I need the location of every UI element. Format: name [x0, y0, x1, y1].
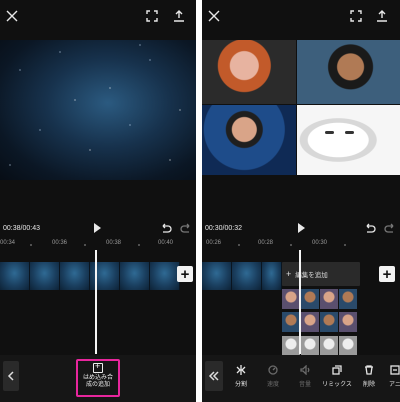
editor-panel-right: 00:30/00:32 00:26 00:28 00:30 + 編集を追加 + — [202, 0, 400, 402]
timecode: 00:38/00:43 — [3, 224, 40, 232]
overlay-label-line2: 成の追加 — [85, 382, 110, 388]
overlay-thumb — [320, 289, 339, 309]
tool-speed[interactable]: 速度 — [258, 365, 288, 388]
close-icon[interactable] — [206, 8, 222, 24]
play-button[interactable] — [294, 221, 308, 235]
overlay-thumb — [339, 336, 358, 356]
overlay-label-line1: はめ込み合 — [82, 375, 113, 381]
overlay-thumb — [301, 312, 320, 332]
tick-dot — [84, 244, 86, 246]
tick-dot — [290, 244, 292, 246]
speed-icon — [268, 365, 278, 375]
collapse-button[interactable] — [205, 361, 223, 391]
redo-icon[interactable] — [384, 222, 396, 234]
video-track[interactable] — [0, 262, 180, 290]
clip-frame — [202, 262, 232, 290]
editor-panel-left: 00:38/00:43 00:34 00:36 00:38 00:40 + + … — [0, 0, 196, 402]
tick-dot — [30, 244, 32, 246]
tool-remix[interactable]: リミックス — [322, 365, 352, 388]
tool-animation[interactable]: アニ — [380, 365, 400, 388]
photo-detail — [345, 131, 354, 134]
overlay-thumb — [339, 289, 358, 309]
undo-icon[interactable] — [364, 222, 376, 234]
playhead[interactable] — [95, 250, 97, 354]
video-preview — [0, 40, 196, 180]
tool-label: アニ — [389, 382, 400, 388]
back-button[interactable] — [3, 361, 19, 391]
overlay-track-2[interactable] — [282, 312, 358, 332]
overlay-thumb — [320, 312, 339, 332]
timeline-ruler: 00:26 00:28 00:30 — [202, 240, 400, 250]
tool-label: リミックス — [322, 382, 352, 388]
export-icon[interactable] — [171, 8, 187, 24]
close-icon[interactable] — [4, 8, 20, 24]
add-overlay-button[interactable]: はめ込み合 成の追加 — [76, 359, 120, 397]
clip-frame — [232, 262, 262, 290]
clip-frame — [60, 262, 90, 290]
overlay-thumb — [339, 312, 358, 332]
clip-frame — [0, 262, 30, 290]
plus-icon: + — [286, 269, 292, 279]
timeline-ruler: 00:34 00:36 00:38 00:40 — [0, 240, 196, 250]
overlay-photo-woman-headdress[interactable] — [202, 105, 296, 175]
playhead[interactable] — [299, 250, 301, 354]
tick-label: 00:40 — [158, 240, 174, 246]
preview-image-starry-sky — [0, 40, 196, 180]
overlay-track-1[interactable] — [282, 289, 358, 309]
clip-frame — [262, 262, 282, 290]
fullscreen-icon[interactable] — [348, 8, 364, 24]
animation-icon — [390, 365, 400, 375]
add-clip-button[interactable]: + — [177, 266, 193, 282]
tick-label: 00:38 — [106, 240, 122, 246]
tool-label: 速度 — [266, 382, 279, 388]
overlay-track-3[interactable] — [282, 336, 358, 356]
overlay-photo-child[interactable] — [297, 40, 400, 104]
overlay-thumb — [301, 289, 320, 309]
tool-split[interactable]: 分割 — [226, 365, 256, 388]
bottom-toolbar: 分割 速度 音量 リミックス 削除 アニ — [202, 355, 400, 402]
tick-dot — [138, 244, 140, 246]
tool-label: 削除 — [362, 382, 375, 388]
volume-icon — [300, 365, 310, 375]
remix-icon — [332, 365, 342, 375]
redo-icon[interactable] — [180, 222, 192, 234]
tick-label: 00:34 — [0, 240, 16, 246]
tick-label: 00:30 — [312, 240, 328, 246]
tick-label: 00:36 — [52, 240, 68, 246]
tool-label: 音量 — [298, 382, 311, 388]
overlay-add-icon — [93, 361, 103, 373]
timecode: 00:30/00:32 — [205, 224, 242, 232]
undo-icon[interactable] — [160, 222, 172, 234]
add-clip-button[interactable]: + — [379, 266, 395, 282]
tool-volume[interactable]: 音量 — [290, 365, 320, 388]
delete-icon — [365, 365, 373, 375]
fullscreen-icon[interactable] — [144, 8, 160, 24]
top-bar — [202, 0, 400, 36]
overlay-photo-woman-red-hair[interactable] — [202, 40, 296, 104]
overlay-thumb — [301, 336, 320, 356]
tick-dot — [238, 244, 240, 246]
tick-label: 00:28 — [258, 240, 274, 246]
export-icon[interactable] — [374, 8, 390, 24]
split-icon — [236, 365, 246, 375]
play-button[interactable] — [90, 221, 104, 235]
clip-frame — [120, 262, 150, 290]
tick-dot — [344, 244, 346, 246]
bottom-toolbar: はめ込み合 成の追加 — [0, 355, 196, 402]
playback-bar: 00:38/00:43 — [0, 218, 196, 238]
overlay-thumb — [320, 336, 339, 356]
top-bar — [0, 0, 196, 36]
playback-bar: 00:30/00:32 — [202, 218, 400, 238]
clip-frame — [30, 262, 60, 290]
tool-label: 分割 — [234, 382, 247, 388]
overlay-photo-woman-monochrome[interactable] — [297, 105, 400, 175]
photo-detail — [325, 131, 334, 134]
add-edit-button[interactable]: + 編集を追加 — [282, 262, 360, 286]
video-track[interactable] — [202, 262, 282, 290]
clip-frame — [150, 262, 180, 290]
tick-label: 00:26 — [206, 240, 222, 246]
